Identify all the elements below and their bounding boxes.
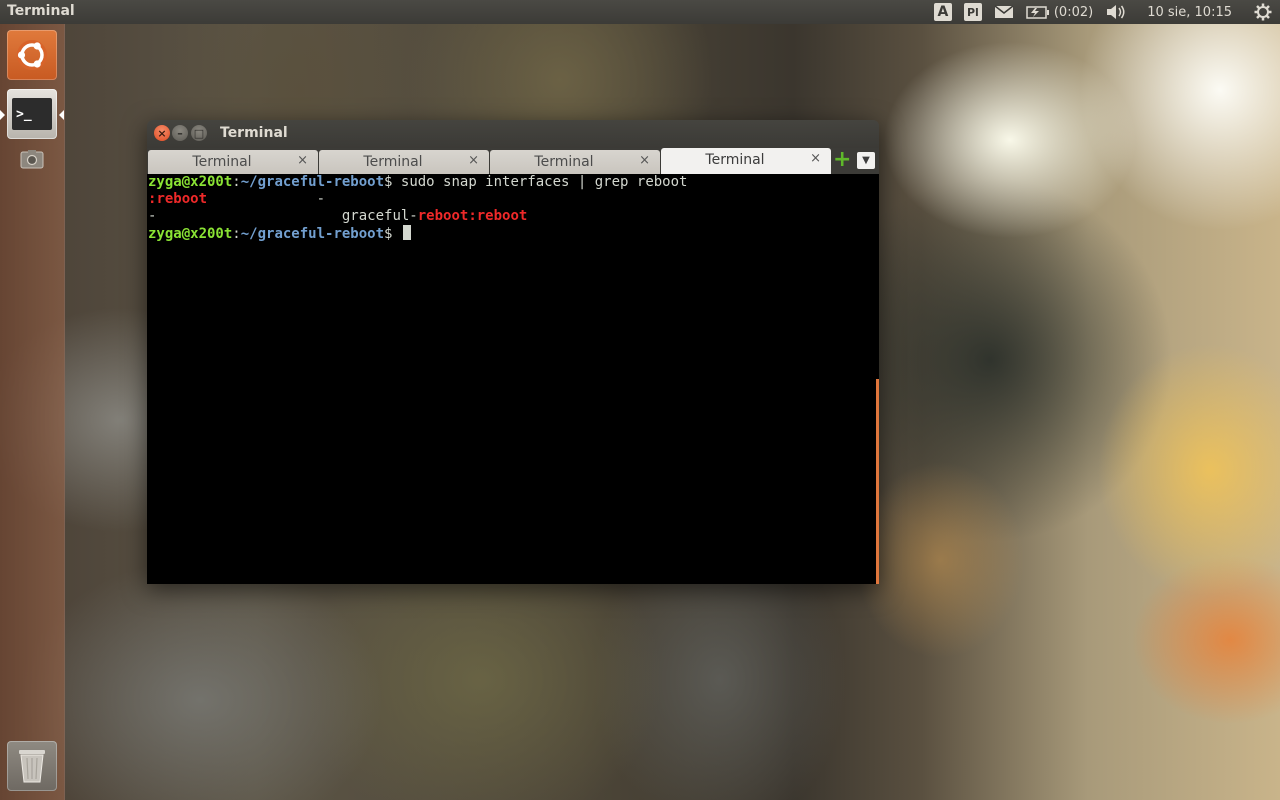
terminal-launcher-button[interactable]: >_ bbox=[7, 89, 57, 139]
battery-icon bbox=[1026, 5, 1049, 19]
dash-launcher-button[interactable] bbox=[7, 30, 57, 80]
trash-icon bbox=[19, 750, 45, 783]
output-padding bbox=[156, 208, 341, 224]
tab-terminal-1[interactable]: Terminal × bbox=[148, 150, 318, 174]
keyboard-indicator-pl[interactable]: Pl bbox=[963, 0, 982, 24]
output-match: reboot bbox=[417, 208, 469, 224]
command-text: sudo snap interfaces | grep reboot bbox=[400, 174, 688, 190]
trash-launcher-button[interactable] bbox=[7, 741, 57, 791]
close-icon: × bbox=[157, 126, 167, 140]
tab-close-icon[interactable]: × bbox=[810, 151, 821, 166]
focused-app-pip-right bbox=[59, 110, 64, 120]
tab-bar: Terminal × Terminal × Terminal × Termina… bbox=[147, 148, 879, 174]
prompt-user: zyga@x200t bbox=[148, 226, 233, 242]
gear-icon bbox=[1254, 3, 1272, 21]
prompt-separator: : bbox=[232, 226, 241, 242]
tab-label: Terminal bbox=[534, 154, 594, 170]
minimize-icon: – bbox=[177, 126, 183, 140]
tab-terminal-2[interactable]: Terminal × bbox=[319, 150, 489, 174]
terminal-line-output-1: :reboot - bbox=[148, 191, 879, 208]
window-minimize-button[interactable]: – bbox=[172, 125, 188, 141]
top-panel: Terminal A Pl (0:02) 10 sie, 10:15 bbox=[0, 0, 1280, 24]
output-match: reboot bbox=[156, 191, 208, 207]
output-colon: : bbox=[468, 208, 477, 224]
envelope-icon bbox=[994, 5, 1014, 18]
tab-close-icon[interactable]: × bbox=[639, 153, 650, 168]
output-text: graceful- bbox=[341, 208, 418, 224]
tab-list-chevron-down-icon[interactable]: ▼ bbox=[857, 152, 875, 169]
terminal-app-icon: >_ bbox=[12, 98, 52, 130]
sound-indicator[interactable] bbox=[1105, 0, 1127, 24]
prompt-path: ~/graceful-reboot bbox=[240, 174, 385, 190]
indicator-area: A Pl (0:02) 10 sie, 10:15 bbox=[928, 0, 1280, 24]
messaging-indicator[interactable] bbox=[994, 0, 1014, 24]
keyboard-indicator-a[interactable]: A bbox=[933, 0, 952, 24]
output-text: - bbox=[207, 191, 326, 207]
output-match: reboot bbox=[476, 208, 528, 224]
terminal-line-output-2: - graceful-reboot:reboot bbox=[148, 208, 879, 225]
window-close-button[interactable]: × bbox=[154, 125, 170, 141]
prompt-path: ~/graceful-reboot bbox=[240, 226, 385, 242]
tab-close-icon[interactable]: × bbox=[468, 153, 479, 168]
window-title: Terminal bbox=[220, 125, 288, 141]
text-cursor bbox=[402, 225, 411, 240]
active-app-pip-left bbox=[0, 110, 5, 120]
prompt-separator: : bbox=[232, 174, 241, 190]
tab-label: Terminal bbox=[192, 154, 252, 170]
terminal-output[interactable]: zyga@x200t:~/graceful-reboot$ sudo snap … bbox=[147, 174, 879, 584]
maximize-icon: □ bbox=[193, 126, 205, 140]
keyboard-a-icon: A bbox=[933, 3, 952, 21]
window-maximize-button[interactable]: □ bbox=[191, 125, 207, 141]
tab-close-icon[interactable]: × bbox=[297, 153, 308, 168]
tab-label: Terminal bbox=[705, 152, 765, 168]
prompt-user: zyga@x200t bbox=[148, 174, 233, 190]
session-indicator[interactable] bbox=[1254, 0, 1272, 24]
prompt-dollar: $ bbox=[384, 174, 401, 190]
tab-label: Terminal bbox=[363, 154, 423, 170]
terminal-line-command: zyga@x200t:~/graceful-reboot$ sudo snap … bbox=[148, 174, 879, 191]
window-titlebar[interactable]: × – □ Terminal bbox=[147, 120, 879, 148]
clock: 10 sie, 10:15 bbox=[1147, 4, 1232, 20]
prompt-dollar: $ bbox=[384, 226, 401, 242]
speaker-icon bbox=[1107, 5, 1125, 19]
clock-indicator[interactable]: 10 sie, 10:15 bbox=[1139, 0, 1242, 24]
launcher: >_ bbox=[0, 24, 65, 800]
battery-time: (0:02) bbox=[1053, 4, 1094, 20]
focused-app-title: Terminal bbox=[7, 3, 75, 19]
ubuntu-logo-icon bbox=[17, 40, 47, 70]
tab-terminal-3[interactable]: Terminal × bbox=[490, 150, 660, 174]
terminal-scrollbar[interactable] bbox=[876, 379, 879, 584]
tab-terminal-4-active[interactable]: Terminal × bbox=[661, 148, 831, 174]
keyboard-layout-icon: Pl bbox=[963, 3, 982, 21]
screenshot-launcher-button[interactable] bbox=[20, 148, 44, 170]
battery-indicator[interactable]: (0:02) bbox=[1026, 0, 1093, 24]
terminal-window[interactable]: × – □ Terminal Terminal × Terminal × Ter… bbox=[147, 120, 879, 584]
new-tab-plus-icon[interactable]: + bbox=[833, 149, 851, 171]
terminal-line-prompt: zyga@x200t:~/graceful-reboot$ bbox=[148, 225, 879, 242]
screenshot-icon bbox=[20, 150, 44, 169]
